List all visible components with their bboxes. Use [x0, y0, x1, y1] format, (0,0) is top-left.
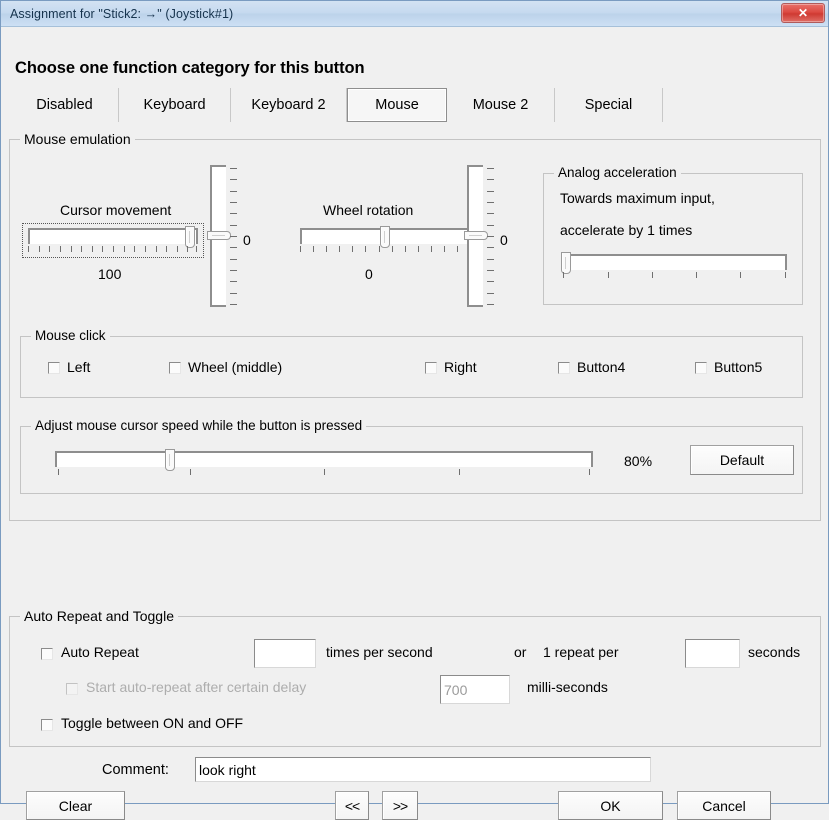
checkbox-left-label: Left [67, 359, 91, 375]
mouse-click-legend: Mouse click [31, 328, 110, 343]
checkbox-wheel-middle-label: Wheel (middle) [188, 359, 283, 375]
slider-ticks [230, 165, 238, 307]
tab-mouse-2[interactable]: Mouse 2 [447, 88, 555, 122]
mouse-emulation-legend: Mouse emulation [20, 131, 135, 147]
tab-label: Keyboard 2 [251, 97, 326, 113]
tab-label: Mouse [375, 97, 419, 113]
slider-thumb[interactable] [380, 226, 390, 248]
auto-repeat-legend: Auto Repeat and Toggle [20, 608, 178, 624]
mouse-click-group: Mouse click Left Wheel (middle) Right Bu… [20, 328, 803, 398]
dialog-client-area: Choose one function category for this bu… [1, 27, 828, 820]
wheel-rotation-vertical-value: 0 [500, 232, 508, 248]
slider-ticks [55, 469, 593, 476]
one-repeat-per-label: 1 repeat per [543, 644, 619, 660]
times-per-second-label: times per second [326, 644, 433, 660]
checkbox-start-delay[interactable] [66, 683, 78, 695]
tab-label: Special [584, 97, 633, 113]
slider-thumb[interactable] [561, 252, 571, 274]
auto-repeat-seconds-input[interactable] [685, 639, 740, 668]
slider-ticks [561, 272, 787, 279]
previous-button-label: << [344, 797, 360, 814]
cursor-speed-value: 80% [624, 453, 653, 469]
analog-acceleration-group: Analog acceleration Towards maximum inpu… [543, 165, 803, 305]
toggle-on-off-label: Toggle between ON and OFF [61, 715, 244, 731]
milliseconds-label: milli-seconds [527, 679, 608, 695]
previous-button[interactable]: << [335, 791, 369, 820]
slider-rail [561, 254, 787, 270]
ok-button[interactable]: OK [558, 791, 663, 820]
clear-button-label: Clear [58, 797, 93, 814]
wheel-rotation-value: 0 [365, 266, 373, 282]
tab-disabled[interactable]: Disabled [11, 88, 119, 122]
comment-label: Comment: [102, 762, 169, 778]
tab-keyboard-2[interactable]: Keyboard 2 [231, 88, 347, 122]
close-icon: ✕ [797, 6, 809, 20]
auto-repeat-group: Auto Repeat and Toggle Auto Repeat times… [9, 608, 821, 747]
slider-thumb[interactable] [464, 231, 488, 240]
tab-mouse[interactable]: Mouse [347, 88, 447, 122]
or-label: or [514, 644, 527, 660]
analog-acceleration-line2: accelerate by 1 times [560, 222, 693, 238]
auto-repeat-rate-input[interactable] [254, 639, 316, 668]
seconds-label: seconds [748, 644, 801, 660]
tab-keyboard[interactable]: Keyboard [119, 88, 231, 122]
page-title: Choose one function category for this bu… [15, 59, 365, 77]
window-title: Assignment for "Stick2: →" (Joystick#1) [10, 6, 234, 21]
next-button[interactable]: >> [382, 791, 418, 820]
slider-thumb[interactable] [165, 449, 175, 471]
default-button[interactable]: Default [690, 445, 794, 475]
mouse-emulation-group: Mouse emulation Cursor movement 100 0 Wh… [9, 131, 821, 521]
delay-milliseconds-input[interactable]: 700 [440, 675, 510, 704]
analog-acceleration-legend: Analog acceleration [554, 165, 681, 180]
cursor-movement-value: 100 [98, 266, 122, 282]
next-button-label: >> [392, 797, 408, 814]
checkbox-auto-repeat[interactable] [41, 648, 53, 660]
start-delay-label: Start auto-repeat after certain delay [86, 679, 307, 695]
slider-rail [28, 228, 198, 244]
checkbox-button5-label: Button5 [714, 359, 763, 375]
tab-label: Mouse 2 [472, 97, 529, 113]
checkbox-right[interactable] [425, 362, 437, 374]
checkbox-wheel-middle[interactable] [169, 362, 181, 374]
checkbox-toggle-on-off[interactable] [41, 719, 53, 731]
checkbox-left[interactable] [48, 362, 60, 374]
slider-thumb[interactable] [207, 231, 231, 240]
checkbox-button4-label: Button4 [577, 359, 626, 375]
cursor-speed-legend: Adjust mouse cursor speed while the butt… [31, 418, 367, 433]
tab-label: Keyboard [143, 97, 206, 113]
tab-label: Disabled [36, 97, 93, 113]
wheel-rotation-label: Wheel rotation [323, 202, 414, 218]
cancel-button-label: Cancel [702, 797, 746, 814]
tab-special[interactable]: Special [555, 88, 663, 122]
category-tabs: Disabled Keyboard Keyboard 2 Mouse Mouse… [11, 88, 675, 122]
slider-rail [55, 451, 593, 467]
checkbox-button4[interactable] [558, 362, 570, 374]
checkbox-right-label: Right [444, 359, 477, 375]
checkbox-button5[interactable] [695, 362, 707, 374]
close-button[interactable]: ✕ [781, 3, 825, 23]
analog-acceleration-line1: Towards maximum input, [560, 190, 715, 206]
cursor-speed-group: Adjust mouse cursor speed while the butt… [20, 418, 803, 494]
slider-ticks [487, 165, 495, 307]
slider-thumb[interactable] [185, 226, 195, 248]
title-bar: Assignment for "Stick2: →" (Joystick#1) … [1, 1, 828, 27]
auto-repeat-label: Auto Repeat [61, 644, 139, 660]
cancel-button[interactable]: Cancel [677, 791, 771, 820]
cursor-movement-label: Cursor movement [60, 202, 172, 218]
default-button-label: Default [719, 452, 765, 468]
slider-ticks [300, 246, 470, 253]
ok-button-label: OK [600, 797, 621, 814]
cursor-movement-vertical-value: 0 [243, 232, 251, 248]
slider-ticks [28, 246, 198, 253]
comment-input[interactable]: look right [195, 757, 651, 782]
clear-button[interactable]: Clear [26, 791, 125, 820]
assignment-dialog: Assignment for "Stick2: →" (Joystick#1) … [0, 0, 829, 820]
